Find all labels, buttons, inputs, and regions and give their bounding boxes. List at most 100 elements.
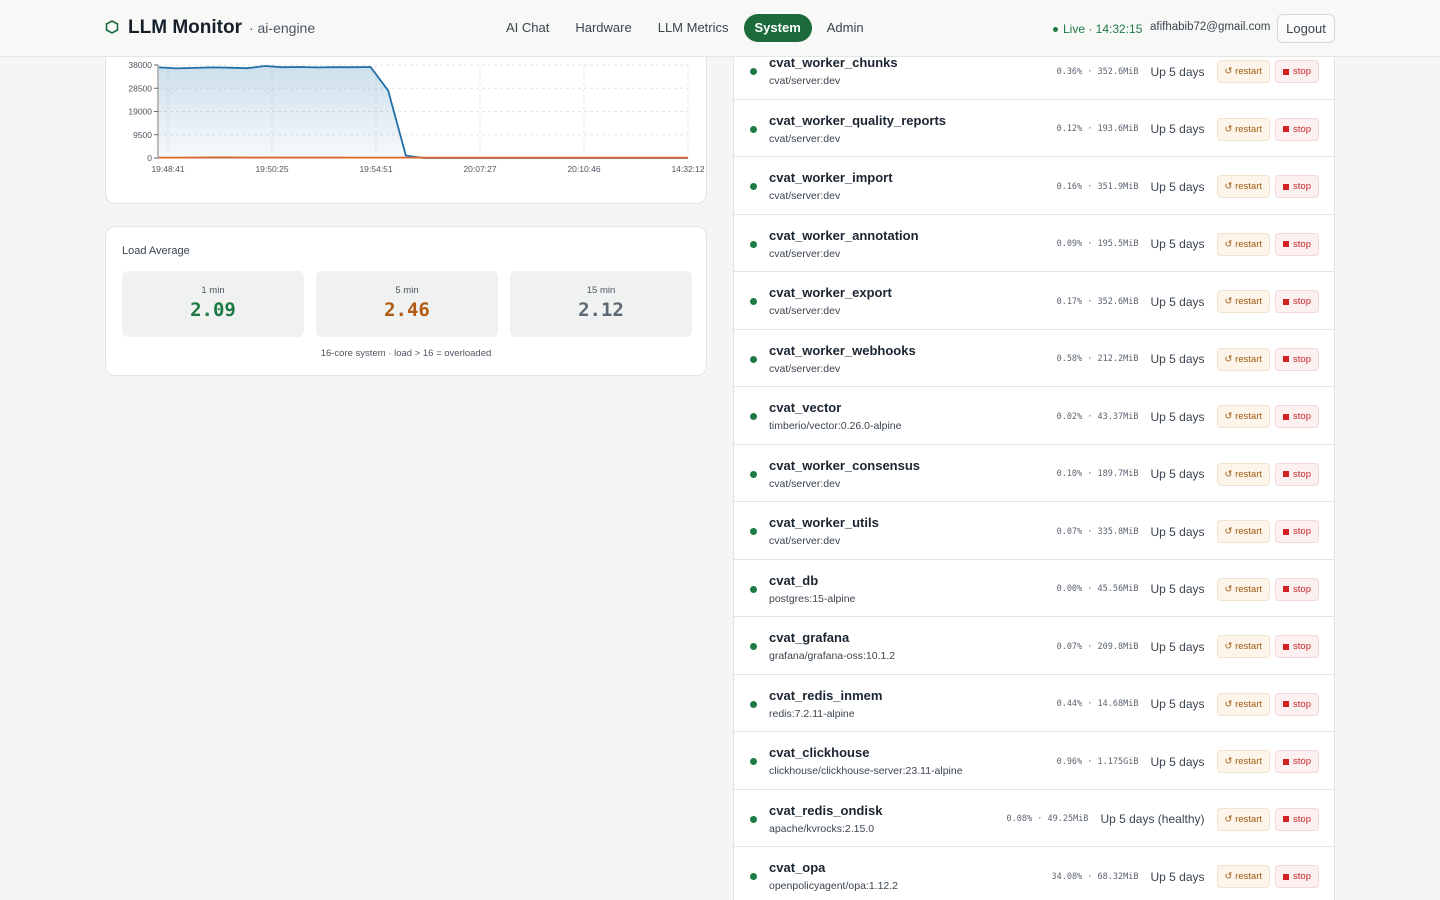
- nav-hardware[interactable]: Hardware: [564, 14, 642, 42]
- container-image: redis:7.2.11-alpine: [769, 707, 855, 720]
- restart-button[interactable]: ↺ restart: [1216, 232, 1271, 256]
- restart-button[interactable]: ↺ restart: [1216, 117, 1271, 141]
- load-average-title: Load Average: [122, 245, 190, 257]
- container-image: openpolicyagent/opa:1.12.2: [769, 880, 899, 892]
- container-stats: 0.44% · 14.68MiB: [1056, 699, 1139, 709]
- app-subtitle: · ai-engine: [248, 20, 316, 36]
- x-tick-label: 19:54:51: [359, 164, 392, 174]
- x-tick-label: 20:10:46: [567, 164, 600, 174]
- container-name: cvat_redis_ondisk: [769, 802, 883, 818]
- container-image: cvat/server:dev: [769, 362, 841, 375]
- stop-button[interactable]: stop: [1275, 807, 1319, 831]
- container-name: cvat_worker_webhooks: [769, 342, 916, 358]
- container-image: cvat/server:dev: [769, 305, 841, 317]
- container-row: cvat_vector timberio/vector:0.26.0-alpine…: [734, 387, 1334, 445]
- container-image: cvat/server:dev: [769, 247, 841, 260]
- x-tick-label: 14:32:12: [671, 164, 704, 174]
- stop-button[interactable]: stop: [1275, 462, 1319, 486]
- stop-button[interactable]: stop: [1275, 635, 1319, 658]
- nav-system[interactable]: System: [743, 14, 812, 42]
- container-stats: 0.17% · 352.6MiB: [1056, 296, 1139, 307]
- restart-button[interactable]: ↺ restart: [1216, 520, 1271, 543]
- restart-button[interactable]: ↺ restart: [1216, 60, 1271, 83]
- nav-llm-metrics[interactable]: LLM Metrics: [647, 14, 740, 42]
- container-status: Up 5 days: [1150, 352, 1205, 366]
- stop-icon: [1283, 528, 1290, 535]
- stop-button[interactable]: stop: [1275, 232, 1319, 256]
- stop-label: stop: [1293, 583, 1311, 595]
- stop-button[interactable]: stop: [1275, 347, 1319, 371]
- container-name: cvat_worker_utils: [769, 515, 879, 530]
- stop-icon: [1283, 816, 1290, 822]
- container-image: cvat/server:dev: [769, 132, 841, 145]
- container-controls: 34.08% · 68.32MiB Up 5 days ↺ restart stop: [1051, 865, 1319, 888]
- restart-button[interactable]: ↺ restart: [1216, 462, 1271, 486]
- container-name: cvat_worker_annotation: [769, 227, 919, 243]
- container-stats: 0.10% · 189.7MiB: [1056, 469, 1139, 479]
- restart-button[interactable]: ↺ restart: [1216, 175, 1271, 198]
- stop-button[interactable]: stop: [1275, 60, 1319, 83]
- load-note: 16-core system · load > 16 = overloaded: [320, 348, 492, 359]
- container-list: cvat_worker_chunks cvat/server:dev 0.36% ·…: [733, 42, 1335, 900]
- container-row: cvat_redis_inmem redis:7.2.11-alpine 0.44%…: [734, 675, 1334, 732]
- y-tick-label: 9500: [133, 130, 152, 140]
- stop-label: stop: [1293, 468, 1311, 480]
- load-5min-label: 5 min: [395, 285, 419, 296]
- stop-button[interactable]: stop: [1275, 290, 1319, 313]
- running-status-icon: [750, 873, 757, 880]
- running-status-icon: [750, 413, 757, 420]
- container-image: cvat/server:dev: [769, 75, 841, 87]
- container-stats: 0.08% · 49.25MiB: [1006, 814, 1089, 824]
- stop-icon: [1283, 471, 1290, 477]
- running-status-icon: [750, 183, 757, 190]
- stop-button[interactable]: stop: [1275, 117, 1319, 141]
- container-controls: 0.07% · 209.8MiB Up 5 days ↺ restart stop: [1057, 635, 1319, 658]
- container-name: cvat_grafana: [769, 630, 850, 645]
- stop-icon: [1283, 873, 1290, 880]
- container-image: cvat/server:dev: [769, 477, 841, 490]
- container-status: Up 5 days: [1150, 869, 1205, 884]
- stop-icon: [1283, 701, 1290, 707]
- restart-button[interactable]: ↺ restart: [1216, 577, 1271, 601]
- container-row: cvat_worker_utils cvat/server:dev 0.07% · …: [734, 502, 1334, 560]
- restart-button[interactable]: ↺ restart: [1216, 405, 1271, 428]
- container-controls: 0.02% · 43.37MiB Up 5 days ↺ restart stop: [1057, 405, 1319, 428]
- container-controls: 0.36% · 352.6MiB Up 5 days ↺ restart stop: [1057, 60, 1319, 83]
- running-status-icon: [750, 758, 757, 765]
- stop-button[interactable]: stop: [1275, 692, 1319, 716]
- stop-icon: [1283, 241, 1290, 247]
- container-controls: 0.17% · 352.6MiB Up 5 days ↺ restart stop: [1057, 290, 1319, 313]
- stop-button[interactable]: stop: [1275, 520, 1319, 543]
- container-row: cvat_db postgres:15-alpine 0.00% · 45.56Mi…: [734, 560, 1334, 617]
- restart-button[interactable]: ↺ restart: [1216, 347, 1271, 371]
- hexagon-logo-icon: [105, 20, 119, 34]
- nav-ai-chat[interactable]: AI Chat: [495, 14, 560, 42]
- logout-button[interactable]: Logout: [1277, 14, 1335, 43]
- restart-button[interactable]: ↺ restart: [1216, 750, 1271, 773]
- stop-button[interactable]: stop: [1275, 405, 1319, 428]
- stop-button[interactable]: stop: [1275, 577, 1319, 601]
- restart-button[interactable]: ↺ restart: [1216, 290, 1271, 313]
- load-5min-value: 2.46: [384, 299, 430, 321]
- container-stats: 34.08% · 68.32MiB: [1051, 871, 1139, 882]
- stop-button[interactable]: stop: [1275, 865, 1319, 888]
- container-name: cvat_worker_export: [769, 285, 892, 300]
- restart-button[interactable]: ↺ restart: [1216, 865, 1271, 888]
- stop-button[interactable]: stop: [1275, 175, 1319, 198]
- nav-admin[interactable]: Admin: [816, 14, 875, 42]
- container-image: cvat/server:dev: [769, 535, 841, 547]
- container-controls: 0.12% · 193.6MiB Up 5 days ↺ restart stop: [1057, 117, 1319, 141]
- brand[interactable]: LLM Monitor · ai-engine: [105, 17, 315, 39]
- restart-button[interactable]: ↺ restart: [1216, 692, 1271, 716]
- running-status-icon: [750, 643, 757, 650]
- running-status-icon: [750, 585, 757, 593]
- container-status: Up 5 days (healthy): [1100, 812, 1205, 826]
- container-status: Up 5 days: [1150, 582, 1205, 596]
- restart-button[interactable]: ↺ restart: [1216, 807, 1271, 831]
- stop-button[interactable]: stop: [1275, 750, 1319, 773]
- live-indicator: Live · 14:32:15: [1053, 22, 1142, 36]
- restart-button[interactable]: ↺ restart: [1216, 635, 1271, 658]
- container-stats: 0.07% · 335.8MiB: [1056, 526, 1139, 537]
- container-stats: 0.02% · 43.37MiB: [1056, 411, 1139, 422]
- container-controls: 0.44% · 14.68MiB Up 5 days ↺ restart stop: [1056, 692, 1319, 716]
